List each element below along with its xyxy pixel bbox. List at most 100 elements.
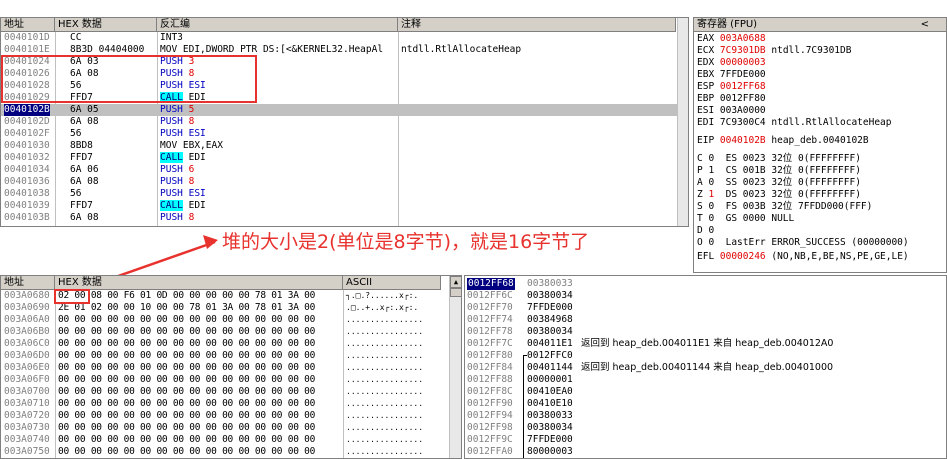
stack-value: 00380034 (527, 326, 573, 337)
stack-row[interactable]: 0012FF78 00380034 (465, 326, 946, 338)
dump-row[interactable]: 003A06A0 00 00 00 00 00 00 00 00 00 00 00… (1, 314, 441, 326)
stack-row[interactable]: 0012FF94 00380033 (465, 410, 946, 422)
dump-row[interactable]: 003A0730 00 00 00 00 00 00 00 00 00 00 00… (1, 422, 441, 434)
dump-hex: 00 00 00 00 00 00 00 00 00 00 00 00 00 0… (58, 386, 316, 397)
dump-row[interactable]: 003A06C0 00 00 00 00 00 00 00 00 00 00 00… (1, 338, 441, 350)
dump-row[interactable]: 003A06B0 00 00 00 00 00 00 00 00 00 00 00… (1, 326, 441, 338)
stack-row[interactable]: 0012FF70 7FFDE000 (465, 302, 946, 314)
dump-address: 003A06D0 (4, 350, 50, 361)
stack-address: 0012FF80 (467, 350, 513, 361)
stack-value: 00380034 (527, 422, 573, 433)
stack-value: 00380033 (527, 410, 573, 421)
dump-address: 003A0720 (4, 410, 50, 421)
dump-address: 003A0680 (4, 290, 50, 301)
dump-ascii: ................ (346, 375, 424, 384)
stack-row[interactable]: 0012FF88 00000001 (465, 374, 946, 386)
stack-row[interactable]: 0012FF80 0012FFC0 (465, 350, 946, 362)
dump-address: 003A0740 (4, 434, 50, 445)
dump-hex: 00 00 00 00 00 00 00 00 00 00 00 00 00 0… (58, 422, 316, 433)
stack-value: 00000001 (527, 374, 573, 385)
dump-ascii: ┐.□.?......x┌:. (346, 291, 419, 300)
dump-ascii: ................ (346, 447, 424, 456)
stack-value: 80000003 (527, 446, 573, 457)
stack-address: 0012FF94 (467, 410, 513, 421)
stack-value: 00410EA0 (527, 386, 573, 397)
stack-row[interactable]: 0012FF90 00410E10 (465, 398, 946, 410)
stack-comment: 返回到 heap_deb.004011E1 来自 heap_deb.004012… (581, 338, 834, 349)
dump-hex: 00 00 00 00 00 00 00 00 00 00 00 00 00 0… (58, 338, 316, 349)
stack-row[interactable]: 0012FF7C 004011E1 返回到 heap_deb.004011E1 来自… (465, 338, 946, 350)
dump-hex: 2E 01 02 00 00 10 00 00 78 01 3A 00 78 0… (58, 302, 316, 313)
stack-value: 00410E10 (527, 398, 573, 409)
stack-comment: 返回到 heap_deb.00401144 来自 heap_deb.004010… (581, 362, 834, 373)
stack-address: 0012FF9C (467, 434, 513, 445)
dump-hex: 00 00 00 00 00 00 00 00 00 00 00 00 00 0… (58, 446, 316, 457)
dump-header-ascii[interactable]: ASCII (343, 276, 441, 290)
dump-ascii: ................ (346, 435, 424, 444)
stack-rows: 0012FF68 00380033 0012FF6C 00380034 0012FF70… (465, 276, 946, 458)
dump-ascii: ................ (346, 399, 424, 408)
stack-pane[interactable]: 0012FF68 00380033 0012FF6C 00380034 0012FF70… (464, 275, 947, 459)
stack-row[interactable]: 0012FF84 00401144 返回到 heap_deb.00401144 来自… (465, 362, 946, 374)
stack-value: 00380034 (527, 290, 573, 301)
dump-row[interactable]: 003A0750 00 00 00 00 00 00 00 00 00 00 00… (1, 446, 441, 458)
dump-row[interactable]: 003A0720 00 00 00 00 00 00 00 00 00 00 00… (1, 410, 441, 422)
dump-ascii: ................ (346, 363, 424, 372)
dump-address: 003A06F0 (4, 374, 50, 385)
stack-value: 004011E1 (527, 338, 573, 349)
stack-row[interactable]: 0012FF74 00384968 (465, 314, 946, 326)
stack-address: 0012FF84 (467, 362, 513, 373)
stack-row[interactable]: 0012FF6C 00380034 (465, 290, 946, 302)
dump-address: 003A0710 (4, 398, 50, 409)
stack-value: 00380033 (527, 278, 573, 289)
dump-hex: 00 00 00 00 00 00 00 00 00 00 00 00 00 0… (58, 362, 316, 373)
dump-hex: 00 00 00 00 00 00 00 00 00 00 00 00 00 0… (58, 350, 316, 361)
dump-ascii: ................ (346, 351, 424, 360)
dump-hex: 00 00 00 00 00 00 00 00 00 00 00 00 00 0… (58, 434, 316, 445)
dump-row[interactable]: 003A06F0 00 00 00 00 00 00 00 00 00 00 00… (1, 374, 441, 386)
dump-hex: 02 00 08 00 F6 01 0D 00 00 00 00 00 78 0… (58, 290, 316, 301)
dump-hex: 00 00 00 00 00 00 00 00 00 00 00 00 00 0… (58, 410, 316, 421)
stack-value: 00384968 (527, 314, 573, 325)
dump-hex: 00 00 00 00 00 00 00 00 00 00 00 00 00 0… (58, 326, 316, 337)
dump-ascii: ................ (346, 327, 424, 336)
stack-row[interactable]: 0012FF8C 00410EA0 (465, 386, 946, 398)
stack-value: 00401144 (527, 362, 573, 373)
stack-row[interactable]: 0012FF98 00380034 (465, 422, 946, 434)
stack-address: 0012FF88 (467, 374, 513, 385)
stack-row[interactable]: 0012FF68 00380033 (465, 278, 946, 290)
stack-address: 0012FF8C (467, 386, 513, 397)
dump-address: 003A06B0 (4, 326, 50, 337)
dump-header-address[interactable]: 地址 (1, 276, 55, 290)
stack-row[interactable]: 0012FFA0 80000003 (465, 446, 946, 458)
highlight-box-dump (54, 289, 90, 304)
dump-ascii: ................ (346, 339, 424, 348)
dump-row[interactable]: 003A06E0 00 00 00 00 00 00 00 00 00 00 00… (1, 362, 441, 374)
stack-address: 0012FF70 (467, 302, 513, 313)
dump-address: 003A06A0 (4, 314, 50, 325)
stack-address: 0012FFA0 (467, 446, 513, 457)
dump-hex: 00 00 00 00 00 00 00 00 00 00 00 00 00 0… (58, 314, 316, 325)
dump-ascii: .□..+..x┌:.x┌:. (346, 303, 419, 312)
dump-ascii: ................ (346, 387, 424, 396)
scroll-thumb[interactable] (450, 288, 461, 297)
dump-row[interactable]: 003A0740 00 00 00 00 00 00 00 00 00 00 00… (1, 434, 441, 446)
dump-row[interactable]: 003A0700 00 00 00 00 00 00 00 00 00 00 00… (1, 386, 441, 398)
dump-scrollbar[interactable]: ▲ (449, 276, 461, 458)
dump-address: 003A0730 (4, 422, 50, 433)
stack-address: 0012FF6C (467, 290, 513, 301)
stack-address: 0012FF74 (467, 314, 513, 325)
stack-row[interactable]: 0012FF9C 7FFDE000 (465, 434, 946, 446)
stack-address: 0012FF7C (467, 338, 513, 349)
dump-address: 003A0700 (4, 386, 50, 397)
dump-address: 003A06E0 (4, 362, 50, 373)
dump-header-hex[interactable]: HEX 数据 (55, 276, 343, 290)
dump-ascii: ................ (346, 411, 424, 420)
scroll-up-icon[interactable]: ▲ (450, 276, 461, 288)
stack-value: 0012FFC0 (527, 350, 573, 361)
dump-row[interactable]: 003A06D0 00 00 00 00 00 00 00 00 00 00 00… (1, 350, 441, 362)
dump-ascii: ................ (346, 423, 424, 432)
stack-value: 7FFDE000 (527, 434, 573, 445)
dump-row[interactable]: 003A0710 00 00 00 00 00 00 00 00 00 00 00… (1, 398, 441, 410)
dump-address: 003A0750 (4, 446, 50, 457)
